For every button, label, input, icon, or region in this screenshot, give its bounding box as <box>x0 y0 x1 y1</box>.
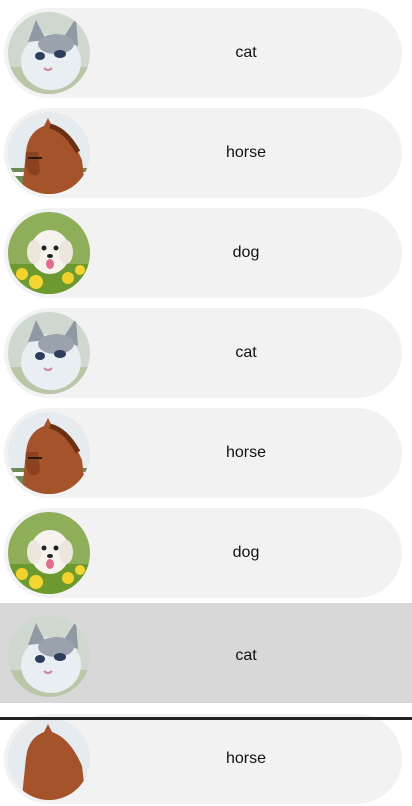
dog-icon <box>8 212 90 294</box>
list-item-cat-selected[interactable]: cat <box>0 603 412 703</box>
list-item-label: cat <box>235 344 257 361</box>
list-item-label: horse <box>225 444 267 461</box>
list-item-label: horse <box>225 144 267 161</box>
cat-icon <box>8 615 90 697</box>
list-item-dog[interactable]: dog <box>0 200 412 300</box>
list-item-horse[interactable]: horse <box>0 400 412 500</box>
cat-icon <box>8 12 90 94</box>
list-item-cat[interactable]: cat <box>0 0 412 100</box>
horse-icon <box>8 412 90 494</box>
list-item-horse[interactable]: horse <box>0 100 412 200</box>
dog-icon <box>8 512 90 594</box>
list-item-label: dog <box>232 244 260 261</box>
list-item-horse[interactable]: horse <box>0 706 412 806</box>
cat-icon <box>8 312 90 394</box>
horse-icon <box>8 718 90 800</box>
list-item-label: cat <box>235 647 257 664</box>
list-item-label: horse <box>225 750 267 767</box>
list-item-cat[interactable]: cat <box>0 300 412 400</box>
list-item-label: cat <box>235 44 257 61</box>
horse-icon <box>8 112 90 194</box>
list-item-dog[interactable]: dog <box>0 500 412 600</box>
list-item-label: dog <box>232 544 260 561</box>
